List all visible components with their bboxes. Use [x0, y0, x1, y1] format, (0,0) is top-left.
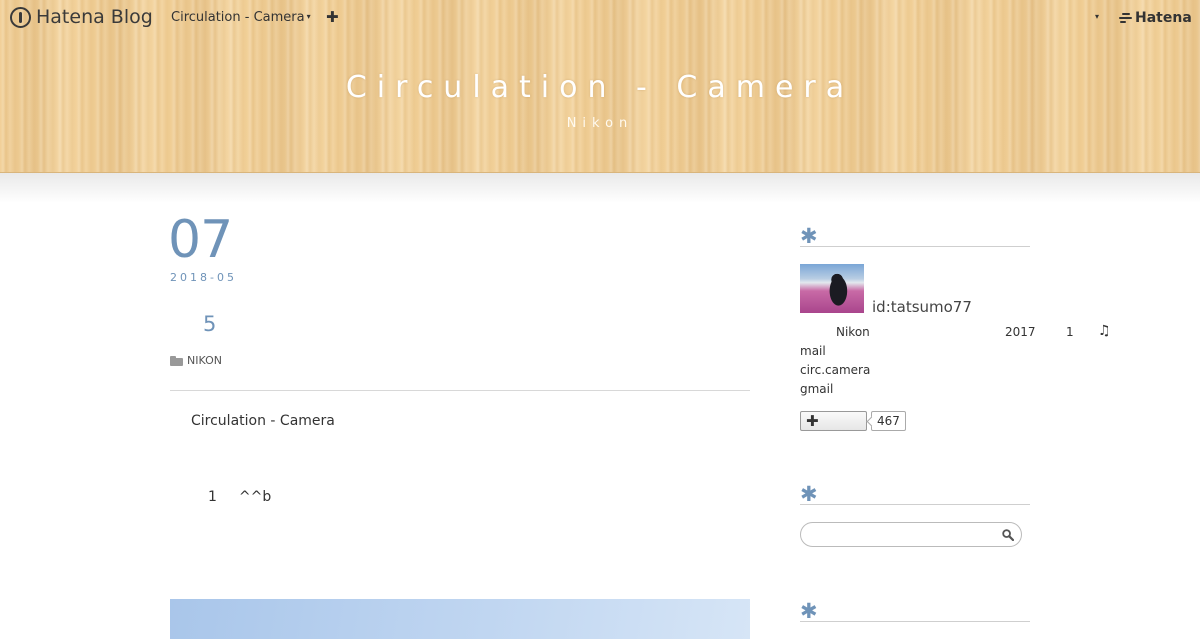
hatena-menu[interactable]: Hatena — [1119, 10, 1192, 26]
add-entry-plus-icon[interactable]: ✚ — [326, 8, 339, 26]
hatena-blog-logo[interactable]: Hatena Blog — [10, 6, 153, 28]
entry-body-line: Circulation - Camera — [191, 413, 335, 429]
subscribe-button[interactable]: ✚ — [800, 411, 867, 431]
sidebar-module-heading: ✱ — [800, 599, 1030, 623]
search-box — [800, 522, 1022, 547]
asterisk-icon: ✱ — [800, 599, 818, 623]
user-menu-caret-icon[interactable]: ▾ — [1095, 12, 1099, 21]
blog-switcher-label: Circulation - Camera — [171, 10, 305, 25]
hatena-pen-icon — [10, 6, 31, 28]
hatena-label: Hatena — [1135, 10, 1192, 26]
profile-desc-text: 2017 — [1005, 325, 1036, 339]
profile-contact-line: circ.camera — [800, 363, 871, 377]
profile-desc-text: 1 — [1066, 325, 1074, 339]
logo-text: Hatena Blog — [36, 6, 153, 28]
search-icon[interactable] — [1002, 529, 1014, 541]
music-note-icon: ♫ — [1098, 323, 1111, 339]
avatar[interactable] — [800, 264, 864, 313]
blog-subtitle: Nikon — [566, 116, 634, 131]
subscriber-count[interactable]: 467 — [871, 411, 906, 431]
blog-switcher-menu[interactable]: Circulation - Camera ▾ — [171, 10, 311, 25]
profile-contact-line: gmail — [800, 382, 834, 396]
profile-desc-text: Nikon — [836, 325, 870, 339]
entry-photo — [170, 599, 750, 639]
asterisk-icon: ✱ — [800, 482, 818, 506]
entry-category-label: NIKON — [187, 354, 222, 367]
entry-body-text: 1 — [208, 489, 217, 505]
blog-header: Hatena Blog Circulation - Camera ▾ ✚ ▾ Ha… — [0, 0, 1200, 173]
entry-body-text: ^^b — [238, 489, 272, 505]
hatena-logo-icon — [1119, 13, 1132, 23]
search-module-heading: ✱ — [800, 482, 1030, 506]
entry-body-line: 1 ^^b — [208, 489, 271, 505]
entry-date-year-month[interactable]: 2018-05 — [170, 271, 237, 284]
plus-icon: ✚ — [806, 412, 819, 430]
profile-module-heading: ✱ — [800, 224, 1030, 248]
folder-icon — [170, 355, 183, 366]
profile-description: Nikon 2017 1 ♫ — [800, 323, 1120, 345]
caret-down-icon: ▾ — [306, 12, 311, 21]
blog-title[interactable]: Circulation - Camera — [0, 70, 1200, 105]
top-navbar: Hatena Blog Circulation - Camera ▾ ✚ ▾ Ha… — [0, 0, 1200, 36]
asterisk-icon: ✱ — [800, 224, 818, 248]
entry-title[interactable]: 5 — [203, 312, 216, 336]
profile-id-link[interactable]: id:tatsumo77 — [872, 298, 972, 316]
entry-divider — [170, 390, 750, 391]
profile-contact-line: mail — [800, 344, 826, 358]
entry-date-day[interactable]: 07 — [168, 210, 233, 270]
header-shadow — [0, 173, 1200, 203]
entry-category-link[interactable]: NIKON — [170, 354, 222, 367]
search-input[interactable] — [811, 526, 991, 543]
